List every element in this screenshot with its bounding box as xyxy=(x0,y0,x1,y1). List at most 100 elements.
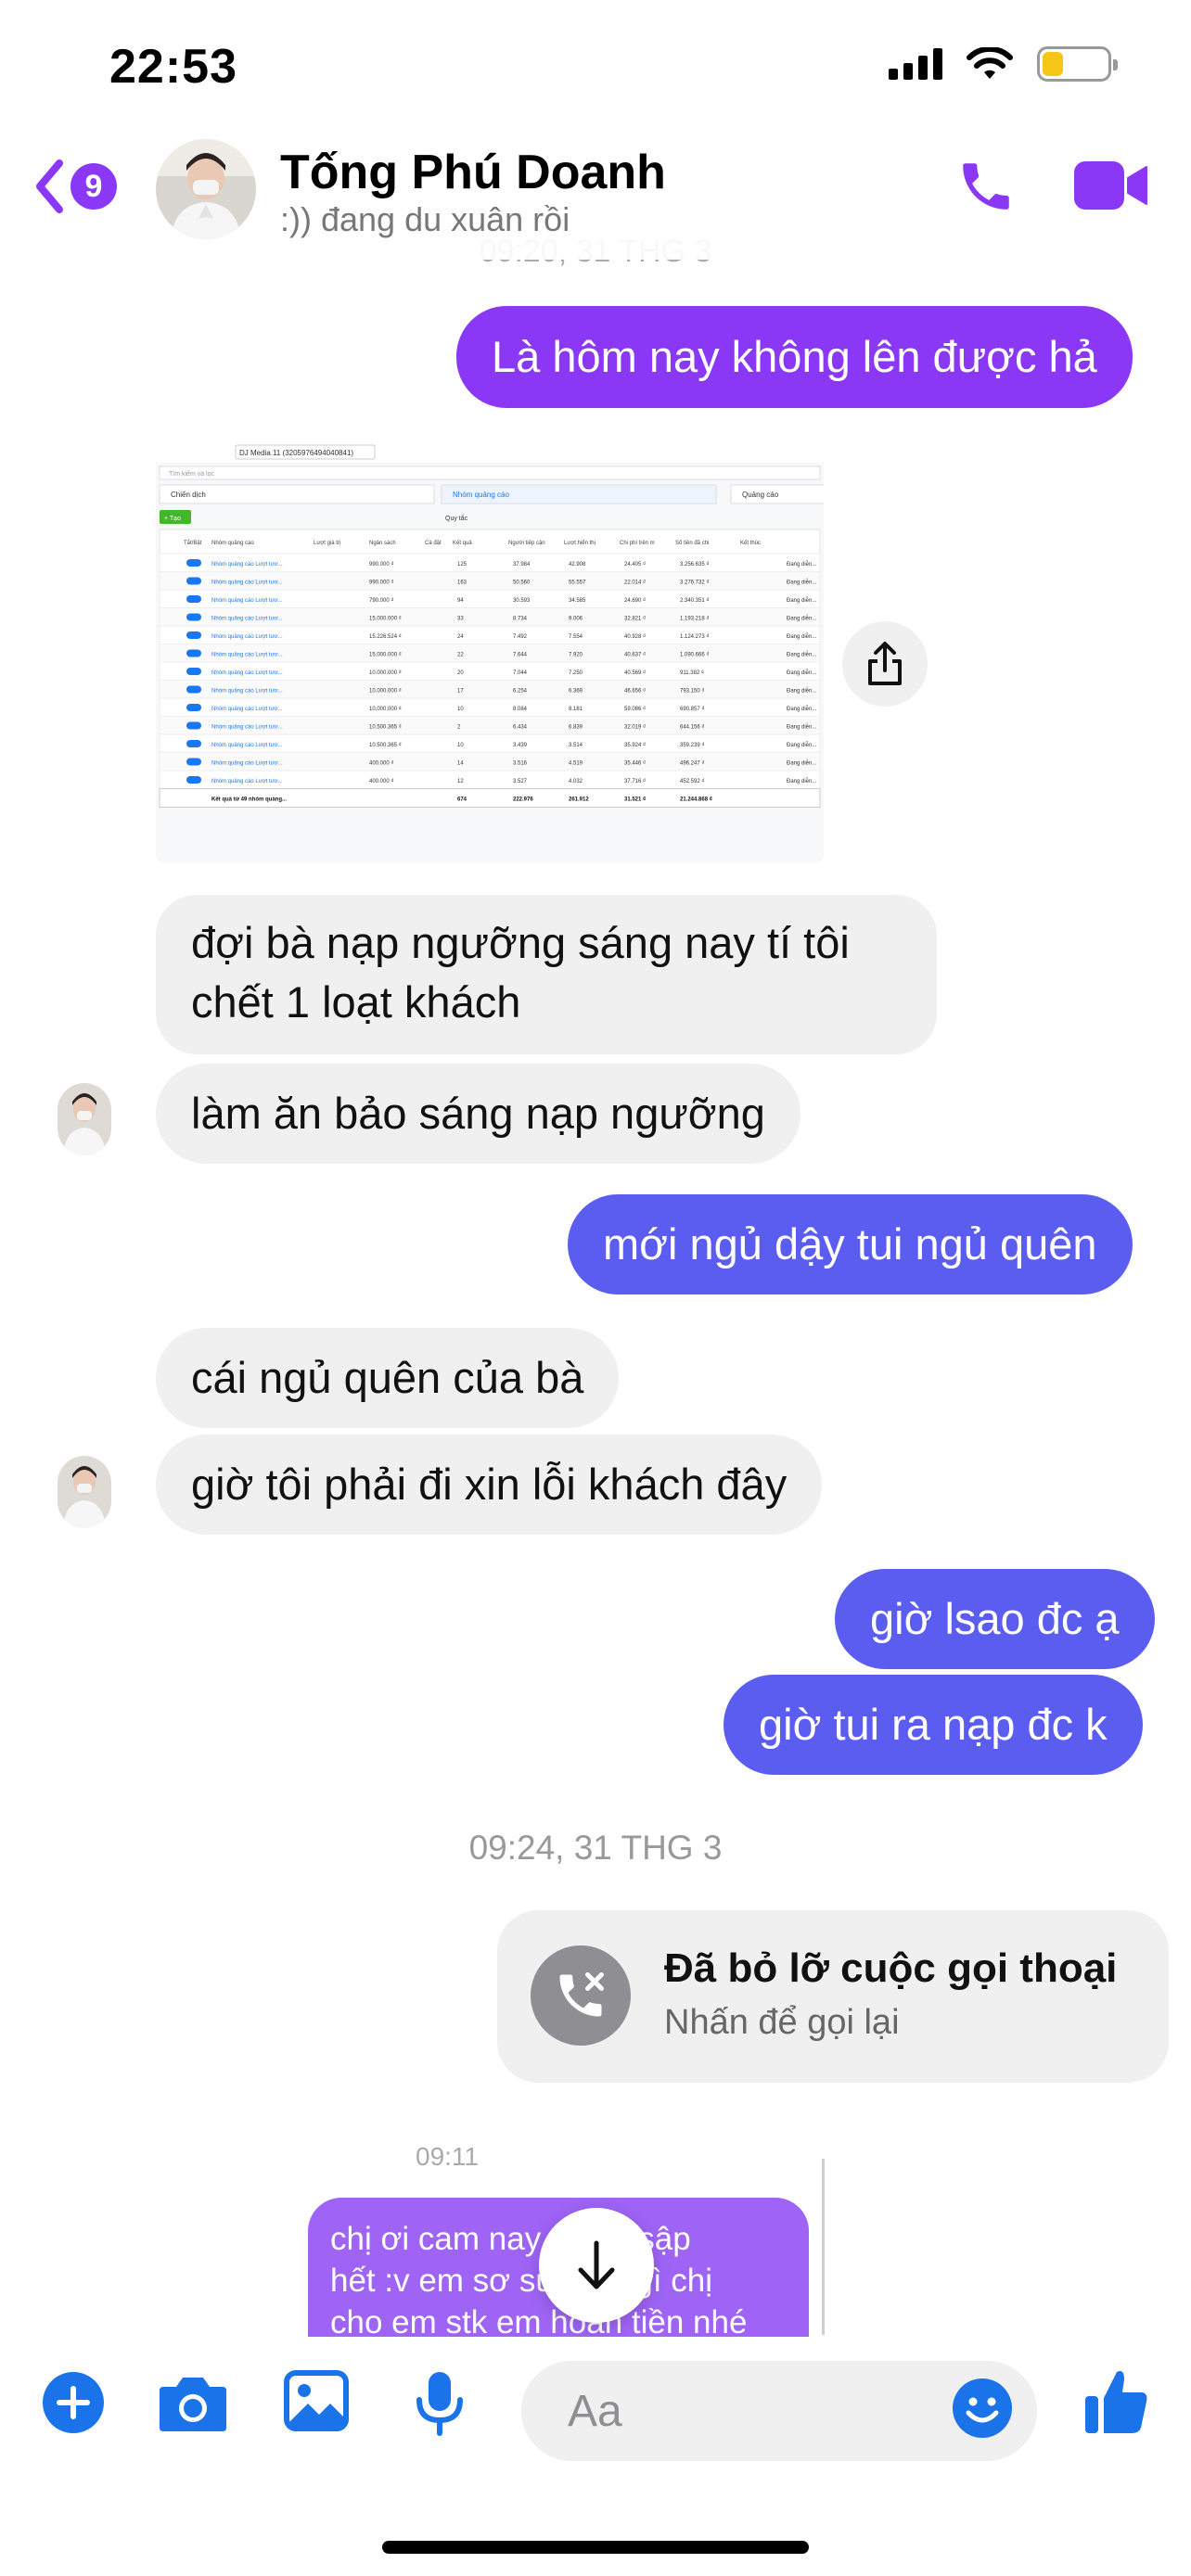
table-cell: Nhóm quảng cáo Lượt tươ... xyxy=(211,707,283,712)
message-outgoing[interactable]: Là hôm nay không lên được hả xyxy=(456,306,1133,408)
table-cell: 400.000 ₫ xyxy=(369,779,393,784)
message-incoming[interactable]: giờ tôi phải đi xin lỗi khách đây xyxy=(156,1435,823,1535)
emoji-button[interactable] xyxy=(952,2378,1013,2443)
table-cell: 22 xyxy=(457,653,464,658)
table-cell: 6.434 xyxy=(513,725,528,731)
contact-avatar[interactable] xyxy=(156,139,256,239)
table-cell: Đang diễn... xyxy=(787,670,817,676)
back-button[interactable]: 9 xyxy=(33,158,117,215)
total-cell: 674 xyxy=(457,797,467,803)
home-indicator xyxy=(382,2541,809,2554)
screenshot-tab-label: Chiến dịch xyxy=(171,491,206,499)
sender-avatar[interactable] xyxy=(58,1456,111,1528)
toggle-switch xyxy=(186,740,201,747)
table-cell: Nhóm quảng cáo Lượt tươ... xyxy=(211,761,283,767)
table-cell: 6.839 xyxy=(569,725,583,731)
camera-button[interactable] xyxy=(158,2370,228,2440)
video-camera-icon xyxy=(1074,161,1147,210)
table-cell: Đang diễn... xyxy=(787,561,817,567)
table-cell: 790.000 ₫ xyxy=(369,598,393,604)
table-cell: 990.000 ₫ xyxy=(369,562,393,567)
column-header: Người tiếp cận xyxy=(508,541,545,546)
table-cell: 55.557 xyxy=(569,580,586,586)
video-call-button[interactable] xyxy=(1074,159,1148,216)
message-text: giờ tôi phải đi xin lỗi khách đây xyxy=(191,1460,788,1509)
table-cell: 7.250 xyxy=(569,670,583,676)
toggle-switch xyxy=(186,776,201,784)
toggle-switch xyxy=(186,649,201,657)
table-cell: 37.984 xyxy=(513,562,531,567)
column-header: Ngân sách xyxy=(369,541,396,546)
table-cell: 7.920 xyxy=(569,653,583,658)
message-text: làm ăn bảo sáng nạp ngưỡng xyxy=(191,1089,765,1138)
share-icon xyxy=(868,642,902,685)
table-cell: 6.369 xyxy=(569,689,583,695)
table-cell: 50.560 xyxy=(513,580,531,586)
table-cell: 12 xyxy=(457,779,464,784)
message-composer xyxy=(0,2337,1191,2576)
table-cell: 24.405 ₫ xyxy=(624,562,646,567)
message-outgoing[interactable]: mới ngủ dậy tui ngủ quên xyxy=(568,1194,1133,1294)
table-cell: 30.593 xyxy=(513,598,531,604)
table-cell: Đang diễn... xyxy=(787,724,817,731)
toggle-switch xyxy=(186,758,201,766)
table-cell: 37.716 ₫ xyxy=(624,779,646,784)
table-cell: Nhóm quảng cáo Lượt tươ... xyxy=(211,598,283,604)
table-cell: Đang diễn... xyxy=(787,616,817,622)
scroll-to-bottom-button[interactable] xyxy=(539,2208,654,2323)
table-cell: 911.382 ₫ xyxy=(680,670,704,676)
column-header: Nhóm quảng cáo xyxy=(211,541,254,546)
message-text: giờ tui ra nạp đc k xyxy=(759,1700,1108,1749)
table-cell: 22.014 ₫ xyxy=(624,580,646,586)
status-bar: 22:53 xyxy=(0,0,1191,139)
contact-name[interactable]: Tống Phú Doanh xyxy=(280,145,666,200)
voice-message-button[interactable] xyxy=(414,2370,466,2442)
table-cell: 690.857 ₫ xyxy=(680,707,704,712)
table-cell: Nhóm quảng cáo Lượt tươ... xyxy=(211,653,283,658)
table-cell: 40.569 ₫ xyxy=(624,670,646,676)
column-header: Kết quả xyxy=(453,541,472,546)
sender-avatar[interactable] xyxy=(58,1083,111,1155)
quote-divider xyxy=(822,2159,825,2335)
share-button[interactable] xyxy=(842,621,928,707)
message-outgoing[interactable]: giờ lsao đc ạ xyxy=(835,1569,1155,1669)
table-cell: 94 xyxy=(457,598,464,604)
quoted-time: 09:11 xyxy=(416,2142,479,2171)
message-incoming[interactable]: làm ăn bảo sáng nạp ngưỡng xyxy=(156,1064,800,1164)
toggle-switch xyxy=(186,721,201,730)
toggle-switch xyxy=(186,595,201,603)
column-header: Kết thúc xyxy=(740,541,761,546)
table-cell: 24.690 ₫ xyxy=(624,598,646,604)
table-cell: 59.086 ₫ xyxy=(624,707,646,712)
message-outgoing[interactable]: giờ tui ra nạp đc k xyxy=(724,1675,1143,1775)
contact-status: :)) đang du xuân rồi xyxy=(280,200,570,238)
table-cell: Nhóm quảng cáo Lượt tươ... xyxy=(211,580,283,586)
create-label: + Tạo xyxy=(164,516,181,522)
table-cell: 10.000.000 ₫ xyxy=(369,707,402,712)
camera-icon xyxy=(160,2378,226,2431)
message-incoming[interactable]: cái ngủ quên của bà xyxy=(156,1328,620,1428)
table-cell: 400.000 ₫ xyxy=(369,761,393,767)
arrow-down-icon xyxy=(578,2240,615,2289)
table-header xyxy=(159,529,821,555)
table-cell: 34.585 xyxy=(569,598,586,604)
table-cell: Nhóm quảng cáo Lượt tươ... xyxy=(211,562,283,567)
table-cell: 10.000.000 ₫ xyxy=(369,670,402,676)
total-cell: 21.244.868 ₫ xyxy=(680,797,712,803)
wifi-icon xyxy=(967,47,1013,79)
missed-call-subtitle: Nhấn để gọi lại xyxy=(664,2003,900,2042)
voice-call-button[interactable] xyxy=(955,156,1017,222)
toggle-switch xyxy=(186,613,201,621)
table-cell: 793.150 ₫ xyxy=(680,689,704,695)
message-incoming[interactable]: đợi bà nạp ngưỡng sáng nay tí tôi chết 1… xyxy=(156,895,937,1054)
total-cell: 31.521 ₫ xyxy=(624,797,646,803)
add-button[interactable] xyxy=(41,2370,106,2440)
missed-call-card[interactable]: Đã bỏ lỡ cuộc gọi thoại Nhấn để gọi lại xyxy=(497,1910,1169,2083)
table-cell: 24 xyxy=(457,634,464,640)
gallery-button[interactable] xyxy=(284,2370,349,2436)
toggle-switch xyxy=(186,685,201,694)
image-attachment[interactable]: DJ Media 11 (3205976494040841) Tìm kiếm v… xyxy=(156,440,824,862)
table-cell: 3.439 xyxy=(513,743,528,748)
like-button[interactable] xyxy=(1083,2366,1150,2442)
table-cell: 46.656 ₫ xyxy=(624,689,646,695)
